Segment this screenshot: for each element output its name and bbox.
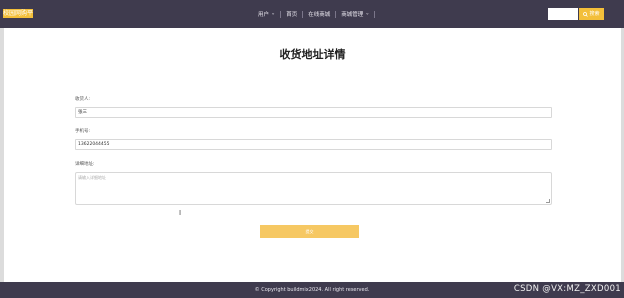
search-input[interactable] — [548, 8, 578, 20]
phone-field[interactable]: 13622044455 — [75, 139, 552, 150]
nav-divider — [374, 10, 376, 18]
nav-item-home-label: 首页 — [286, 12, 298, 18]
nav-divider — [335, 10, 337, 18]
text-cursor-icon: I — [179, 209, 182, 217]
top-navbar: 校园网购平台 用户 ⌄ 首页 在线商城 商城管理 ⌄ 搜索 — [0, 0, 624, 28]
submit-button[interactable]: 提交 — [260, 225, 359, 238]
chevron-down-icon: ⌄ — [365, 10, 370, 17]
address-textarea[interactable]: 请输入详细地址 — [75, 172, 552, 205]
main-nav: 用户 ⌄ 首页 在线商城 商城管理 ⌄ — [258, 10, 380, 18]
search-icon — [583, 11, 589, 17]
nav-item-user[interactable]: 用户 ⌄ — [258, 10, 276, 19]
search-button[interactable]: 搜索 — [579, 8, 604, 20]
receiver-label: 收货人: — [75, 97, 91, 102]
watermark: CSDN @VX:MZ_ZXD001 — [513, 284, 621, 294]
search-button-label: 搜索 — [589, 11, 600, 17]
nav-item-user-label: 用户 — [258, 12, 270, 18]
resize-handle-icon[interactable] — [546, 199, 550, 203]
address-placeholder: 请输入详细地址 — [78, 175, 106, 180]
nav-item-shop-label: 在线商城 — [308, 12, 331, 18]
nav-divider — [280, 10, 282, 18]
nav-item-shop-admin[interactable]: 商城管理 ⌄ — [341, 10, 370, 19]
chevron-down-icon: ⌄ — [271, 10, 276, 17]
page-title: 收货地址详情 — [279, 48, 346, 61]
nav-item-home[interactable]: 首页 — [286, 10, 297, 18]
nav-item-shop-admin-label: 商城管理 — [341, 12, 364, 18]
nav-divider — [302, 10, 304, 18]
receiver-field[interactable]: 张三 — [75, 107, 552, 118]
phone-label: 手机号: — [75, 129, 91, 134]
nav-item-shop[interactable]: 在线商城 — [308, 10, 330, 18]
site-logo[interactable]: 校园网购平台 — [3, 9, 33, 18]
main-content: 收货地址详情 收货人: 张三 手机号: 13622044455 详细地址: 请输… — [4, 28, 621, 282]
address-label: 详细地址: — [75, 162, 95, 167]
copyright-text: © Copyright buildmix2024. All right rese… — [254, 287, 370, 293]
